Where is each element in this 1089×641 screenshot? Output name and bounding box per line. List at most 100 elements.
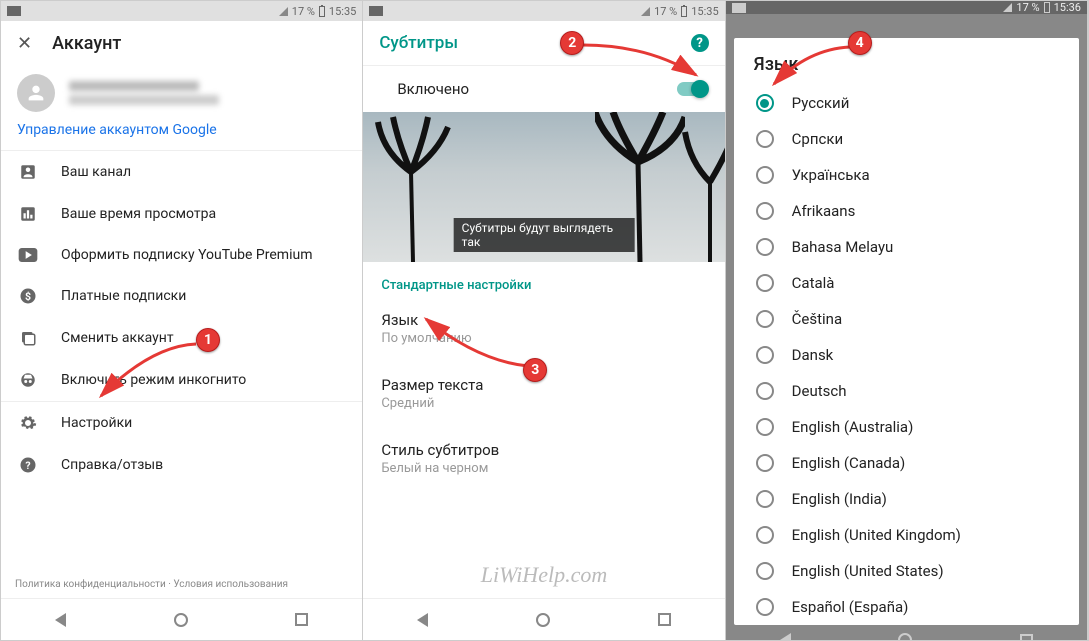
language-label: Afrikaans	[792, 202, 856, 220]
menu-switch-account[interactable]: Сменить аккаунт	[1, 317, 362, 359]
language-dialog: Язык Русский Српски Українська Afrikaans Bah…	[734, 38, 1079, 625]
language-option[interactable]: Українська	[734, 157, 1079, 193]
battery-icon	[319, 6, 325, 17]
dialog-backdrop: Язык Русский Српски Українська Afrikaans Bah…	[726, 14, 1087, 633]
radio-icon	[756, 490, 774, 508]
help-icon: ?	[17, 456, 39, 474]
nav-back-icon[interactable]	[780, 633, 791, 640]
setting-caption-style[interactable]: Стиль субтитров Белый на черном	[363, 431, 724, 486]
nav-home-icon[interactable]	[898, 633, 912, 640]
gear-icon	[17, 414, 39, 432]
language-option[interactable]: English (Canada)	[734, 445, 1079, 481]
menu-label: Ваше время просмотра	[61, 206, 216, 222]
setting-language[interactable]: Язык По умолчанию	[363, 301, 724, 356]
nav-home-icon[interactable]	[536, 613, 550, 627]
language-option[interactable]: English (United States)	[734, 553, 1079, 589]
setting-subtitle: Белый на черном	[381, 461, 706, 476]
menu-label: Оформить подписку YouTube Premium	[61, 247, 312, 263]
battery-percent: 17 %	[292, 5, 315, 18]
profile-name-blurred	[69, 81, 219, 105]
incognito-icon	[17, 371, 39, 389]
captions-toggle-row[interactable]: Включено	[363, 65, 724, 112]
menu-settings[interactable]: Настройки	[1, 402, 362, 444]
svg-text:$: $	[25, 290, 31, 303]
dollar-icon: $	[17, 287, 39, 305]
radio-icon	[756, 454, 774, 472]
radio-icon	[756, 526, 774, 544]
android-navbar	[1, 598, 362, 640]
bar-chart-icon	[17, 205, 39, 223]
radio-icon	[756, 346, 774, 364]
battery-percent: 17 %	[1016, 1, 1039, 14]
language-option[interactable]: English (Australia)	[734, 409, 1079, 445]
close-icon[interactable]: ✕	[17, 33, 32, 54]
menu-label: Платные подписки	[61, 288, 186, 304]
help-icon[interactable]: ?	[691, 34, 709, 52]
menu-label: Включить режим инкогнито	[61, 372, 246, 388]
menu-label: Ваш канал	[61, 164, 131, 180]
language-option[interactable]: Català	[734, 265, 1079, 301]
caption-preview: Субтитры будут выглядеть так	[363, 112, 724, 262]
switch-account-icon	[17, 329, 39, 347]
language-option[interactable]: English (India)	[734, 481, 1079, 517]
menu-your-channel[interactable]: Ваш канал	[1, 151, 362, 193]
radio-icon	[756, 598, 774, 616]
language-option[interactable]: English (United Kingdom)	[734, 517, 1079, 553]
language-option[interactable]: Español (España)	[734, 589, 1079, 625]
setting-title: Размер текста	[381, 376, 706, 394]
signal-icon	[641, 7, 650, 16]
toggle-switch[interactable]	[677, 82, 707, 96]
nav-home-icon[interactable]	[174, 613, 188, 627]
account-title: Аккаунт	[52, 33, 121, 54]
menu-paid-subs[interactable]: $ Платные подписки	[1, 275, 362, 317]
menu-help[interactable]: ? Справка/отзыв	[1, 444, 362, 486]
status-app-icon	[732, 3, 746, 13]
language-option[interactable]: Русский	[734, 85, 1079, 121]
language-label: English (United Kingdom)	[792, 526, 961, 544]
language-label: Српски	[792, 130, 843, 148]
nav-recent-icon[interactable]	[1020, 634, 1033, 641]
radio-icon	[756, 418, 774, 436]
language-label: Bahasa Melayu	[792, 238, 894, 256]
phone-language: 17 % 15:36 Язык РусскийСрпскиУкраїнськаA…	[726, 1, 1088, 640]
language-option[interactable]: Српски	[734, 121, 1079, 157]
language-label: English (United States)	[792, 562, 944, 580]
menu-youtube-premium[interactable]: Оформить подписку YouTube Premium	[1, 235, 362, 275]
language-option[interactable]: Dansk	[734, 337, 1079, 373]
radio-icon	[756, 274, 774, 292]
nav-back-icon[interactable]	[55, 613, 66, 627]
language-label: Українська	[792, 166, 870, 184]
language-option[interactable]: Bahasa Melayu	[734, 229, 1079, 265]
language-label: English (Canada)	[792, 454, 906, 472]
language-option[interactable]: Deutsch	[734, 373, 1079, 409]
menu-time-watched[interactable]: Ваше время просмотра	[1, 193, 362, 235]
nav-recent-icon[interactable]	[295, 613, 308, 626]
manage-google-account-link[interactable]: Управление аккаунтом Google	[1, 112, 362, 150]
dialog-title: Язык	[734, 38, 1079, 85]
person-box-icon	[17, 163, 39, 181]
avatar	[17, 74, 55, 112]
profile-row[interactable]	[1, 66, 362, 112]
svg-text:?: ?	[25, 459, 30, 472]
radio-icon	[756, 562, 774, 580]
setting-title: Стиль субтитров	[381, 441, 706, 459]
menu-incognito[interactable]: Включить режим инкогнито	[1, 359, 362, 401]
signal-icon	[1003, 3, 1012, 12]
language-list: Русский Српски Українська Afrikaans Bahasa M…	[734, 85, 1079, 625]
footer-links[interactable]: Политика конфиденциальности · Условия ис…	[1, 569, 362, 598]
setting-title: Язык	[381, 311, 706, 329]
status-bar: 17 % 15:35	[363, 1, 724, 21]
language-option[interactable]: Afrikaans	[734, 193, 1079, 229]
android-navbar	[363, 598, 724, 640]
radio-icon	[756, 382, 774, 400]
nav-recent-icon[interactable]	[658, 613, 671, 626]
nav-back-icon[interactable]	[417, 613, 428, 627]
captions-header: Субтитры ?	[363, 21, 724, 65]
language-label: Русский	[792, 94, 850, 112]
annotation-badge-4: 4	[848, 31, 872, 55]
phone-captions: 17 % 15:35 Субтитры ? Включено Субтитры …	[363, 1, 725, 640]
language-label: Čeština	[792, 310, 842, 328]
status-bar: 17 % 15:35	[1, 1, 362, 21]
language-option[interactable]: Čeština	[734, 301, 1079, 337]
android-navbar	[726, 633, 1087, 640]
